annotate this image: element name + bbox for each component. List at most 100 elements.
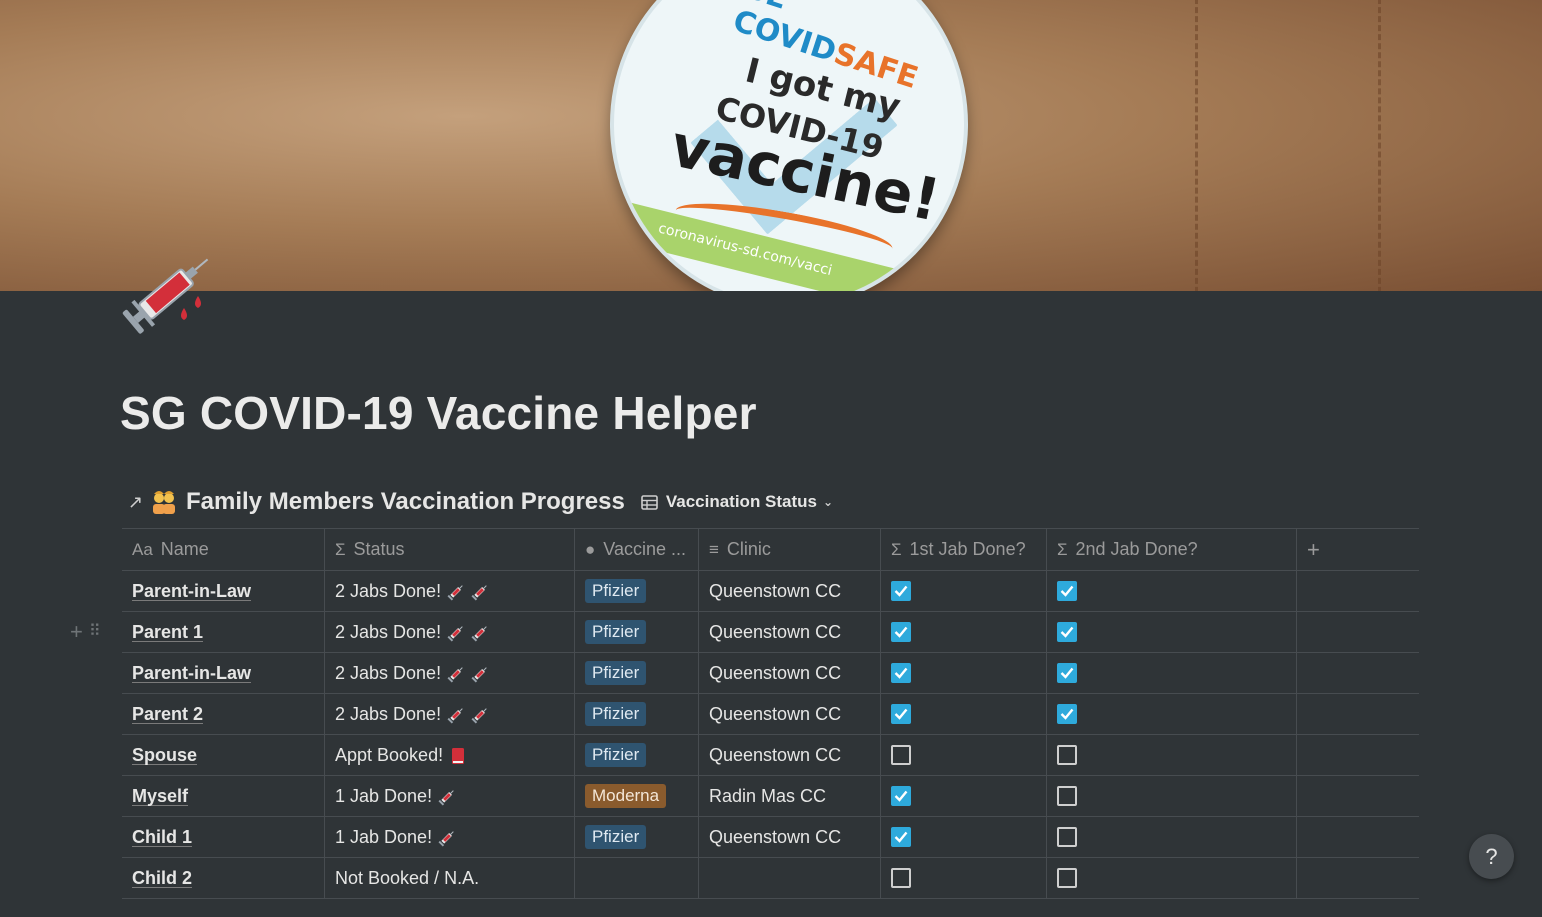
cell-name[interactable]: Child 2 bbox=[122, 858, 325, 898]
cell-2nd-jab[interactable] bbox=[1047, 612, 1297, 652]
row-name[interactable]: Parent 2 bbox=[132, 705, 204, 724]
cell-2nd-jab[interactable] bbox=[1047, 858, 1297, 898]
syringe-icon bbox=[441, 704, 489, 725]
cell-name[interactable]: Parent 1 bbox=[122, 612, 325, 652]
column-header-clinic[interactable]: ≡ Clinic bbox=[699, 529, 881, 570]
cell-1st-jab[interactable] bbox=[881, 571, 1047, 611]
cell-status[interactable]: 1 Jab Done! bbox=[325, 776, 575, 816]
first-jab-checkbox[interactable] bbox=[891, 786, 911, 806]
cell-clinic[interactable]: Queenstown CC bbox=[699, 735, 881, 775]
row-name[interactable]: Spouse bbox=[132, 746, 198, 765]
table-row[interactable]: Child 2 Not Booked / N.A. bbox=[122, 858, 1419, 899]
table-row[interactable]: Child 1 1 Jab Done! Pfizier Queenstown CC bbox=[122, 817, 1419, 858]
first-jab-checkbox[interactable] bbox=[891, 745, 911, 765]
cell-2nd-jab[interactable] bbox=[1047, 694, 1297, 734]
cell-clinic[interactable]: Queenstown CC bbox=[699, 612, 881, 652]
column-header-name[interactable]: Aa Name bbox=[122, 529, 325, 570]
second-jab-checkbox[interactable] bbox=[1057, 827, 1077, 847]
first-jab-checkbox[interactable] bbox=[891, 581, 911, 601]
page-cover-image[interactable]: BE COVIDSAFE I got my COVID-19 vaccine! … bbox=[0, 0, 1542, 291]
cell-clinic[interactable]: Queenstown CC bbox=[699, 571, 881, 611]
cell-clinic[interactable]: Queenstown CC bbox=[699, 694, 881, 734]
cell-status[interactable]: 2 Jabs Done! bbox=[325, 612, 575, 652]
cell-2nd-jab[interactable] bbox=[1047, 817, 1297, 857]
arrow-up-right-icon[interactable]: ↗ bbox=[128, 492, 150, 513]
add-column-button[interactable]: + bbox=[1297, 529, 1419, 570]
cell-1st-jab[interactable] bbox=[881, 612, 1047, 652]
row-name[interactable]: Myself bbox=[132, 787, 189, 806]
cell-vaccine[interactable]: Pfizier bbox=[575, 817, 699, 857]
table-row[interactable]: + ⠿ Parent 12 Jabs Done! Pfizier Queenstown … bbox=[70, 612, 1419, 653]
page-title[interactable]: SG COVID-19 Vaccine Helper bbox=[120, 386, 757, 440]
database-title[interactable]: Family Members Vaccination Progress bbox=[186, 488, 625, 516]
row-name[interactable]: Parent 1 bbox=[132, 623, 204, 642]
cell-vaccine[interactable]: Pfizier bbox=[575, 612, 699, 652]
view-switcher[interactable]: Vaccination Status ⌄ bbox=[641, 492, 833, 512]
cell-vaccine[interactable]: Pfizier bbox=[575, 694, 699, 734]
table-row[interactable]: Myself 1 Jab Done! Moderna Radin Mas CC bbox=[122, 776, 1419, 817]
second-jab-checkbox[interactable] bbox=[1057, 622, 1077, 642]
cell-name[interactable]: Child 1 bbox=[122, 817, 325, 857]
column-header-2nd-jab[interactable]: Σ 2nd Jab Done? bbox=[1047, 529, 1297, 570]
row-name[interactable]: Parent-in-Law bbox=[132, 582, 252, 601]
vaccine-tag: Moderna bbox=[585, 784, 667, 808]
table-row[interactable]: Parent-in-Law 2 Jabs Done! Pfizier Queensto… bbox=[122, 653, 1419, 694]
cell-status[interactable]: 2 Jabs Done! bbox=[325, 653, 575, 693]
second-jab-checkbox[interactable] bbox=[1057, 786, 1077, 806]
cell-2nd-jab[interactable] bbox=[1047, 571, 1297, 611]
syringe-icon[interactable] bbox=[118, 240, 218, 336]
row-name[interactable]: Child 1 bbox=[132, 828, 193, 847]
row-hover-tools: + ⠿ bbox=[70, 621, 101, 643]
cell-status[interactable]: 2 Jabs Done! bbox=[325, 694, 575, 734]
cell-status[interactable]: 1 Jab Done! bbox=[325, 817, 575, 857]
first-jab-checkbox[interactable] bbox=[891, 868, 911, 888]
cell-1st-jab[interactable] bbox=[881, 817, 1047, 857]
cell-vaccine[interactable]: Moderna bbox=[575, 776, 699, 816]
table-row[interactable]: Parent-in-Law 2 Jabs Done! Pfizier Queensto… bbox=[122, 571, 1419, 612]
cell-2nd-jab[interactable] bbox=[1047, 735, 1297, 775]
first-jab-checkbox[interactable] bbox=[891, 827, 911, 847]
column-header-vaccine[interactable]: ● Vaccine ... bbox=[575, 529, 699, 570]
cell-status[interactable]: 2 Jabs Done! bbox=[325, 571, 575, 611]
cell-2nd-jab[interactable] bbox=[1047, 776, 1297, 816]
cell-name[interactable]: Spouse bbox=[122, 735, 325, 775]
cell-1st-jab[interactable] bbox=[881, 776, 1047, 816]
cell-1st-jab[interactable] bbox=[881, 735, 1047, 775]
second-jab-checkbox[interactable] bbox=[1057, 745, 1077, 765]
cell-2nd-jab[interactable] bbox=[1047, 653, 1297, 693]
cell-vaccine[interactable]: Pfizier bbox=[575, 653, 699, 693]
first-jab-checkbox[interactable] bbox=[891, 663, 911, 683]
cell-status[interactable]: Appt Booked! bbox=[325, 735, 575, 775]
cell-empty bbox=[1297, 776, 1419, 816]
cell-clinic[interactable]: Radin Mas CC bbox=[699, 776, 881, 816]
cell-vaccine[interactable]: Pfizier bbox=[575, 735, 699, 775]
row-name[interactable]: Parent-in-Law bbox=[132, 664, 252, 683]
second-jab-checkbox[interactable] bbox=[1057, 663, 1077, 683]
plus-icon[interactable]: + bbox=[70, 621, 83, 643]
help-button[interactable]: ? bbox=[1469, 834, 1514, 879]
cell-vaccine[interactable] bbox=[575, 858, 699, 898]
cell-1st-jab[interactable] bbox=[881, 858, 1047, 898]
table-row[interactable]: Parent 2 2 Jabs Done! Pfizier Queenstown CC bbox=[122, 694, 1419, 735]
cell-clinic[interactable]: Queenstown CC bbox=[699, 817, 881, 857]
cell-name[interactable]: Parent-in-Law bbox=[122, 571, 325, 611]
column-header-status[interactable]: Σ Status bbox=[325, 529, 575, 570]
cell-clinic[interactable]: Queenstown CC bbox=[699, 653, 881, 693]
cell-status[interactable]: Not Booked / N.A. bbox=[325, 858, 575, 898]
table-row[interactable]: Spouse Appt Booked! Pfizier Queenstown CC bbox=[122, 735, 1419, 776]
cell-name[interactable]: Myself bbox=[122, 776, 325, 816]
cell-name[interactable]: Parent 2 bbox=[122, 694, 325, 734]
first-jab-checkbox[interactable] bbox=[891, 622, 911, 642]
second-jab-checkbox[interactable] bbox=[1057, 581, 1077, 601]
second-jab-checkbox[interactable] bbox=[1057, 868, 1077, 888]
drag-handle-icon[interactable]: ⠿ bbox=[89, 622, 101, 642]
cell-vaccine[interactable]: Pfizier bbox=[575, 571, 699, 611]
cell-1st-jab[interactable] bbox=[881, 694, 1047, 734]
cell-clinic[interactable] bbox=[699, 858, 881, 898]
column-header-1st-jab[interactable]: Σ 1st Jab Done? bbox=[881, 529, 1047, 570]
cell-name[interactable]: Parent-in-Law bbox=[122, 653, 325, 693]
cell-1st-jab[interactable] bbox=[881, 653, 1047, 693]
first-jab-checkbox[interactable] bbox=[891, 704, 911, 724]
second-jab-checkbox[interactable] bbox=[1057, 704, 1077, 724]
row-name[interactable]: Child 2 bbox=[132, 869, 193, 888]
